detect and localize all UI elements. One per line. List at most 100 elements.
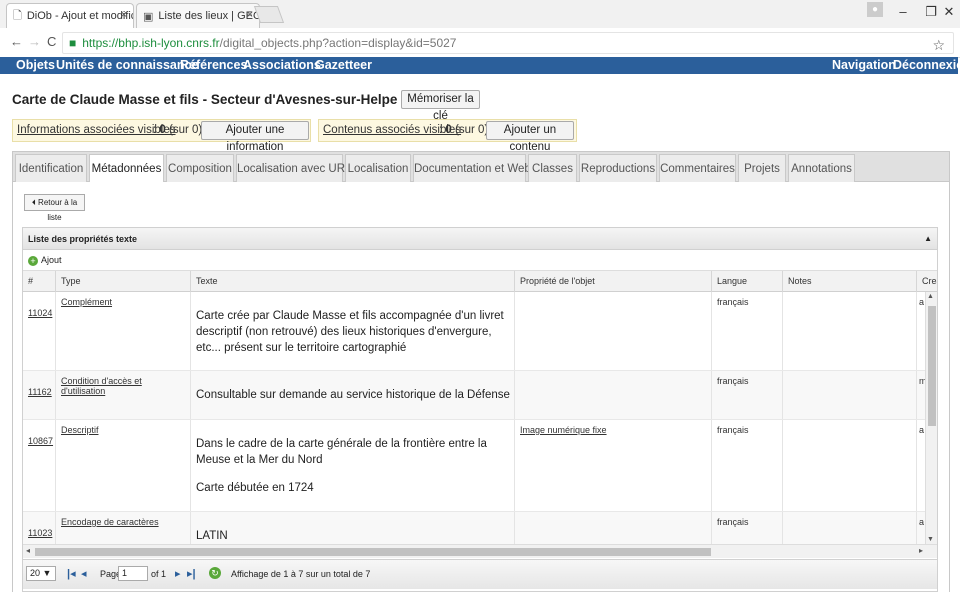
text-properties-grid: Liste des propriétés texte ▲ + Ajout # Ty… [22, 227, 938, 592]
table-row[interactable]: 11162 Condition d'accès et d'utilisation… [23, 371, 925, 420]
col-header-propriete[interactable]: Propriété de l'objet [515, 271, 712, 292]
tab-identification[interactable]: Identification [15, 154, 87, 183]
row-id-link[interactable]: 11162 [28, 387, 52, 397]
tab-composition[interactable]: Composition [166, 154, 234, 183]
vertical-scrollbar[interactable]: ▲ ▼ [925, 292, 937, 544]
tab-projets[interactable]: Projets [738, 154, 786, 183]
row-type-link[interactable]: Encodage de caractères [61, 517, 159, 527]
pager-summary: Affichage de 1 à 7 sur un total de 7 [231, 569, 371, 579]
col-header-texte[interactable]: Texte [191, 271, 515, 292]
add-label: Ajout [41, 255, 62, 265]
tab-localisation[interactable]: Localisation [345, 154, 411, 183]
col-header-type[interactable]: Type [56, 271, 191, 292]
col-header-notes[interactable]: Notes [783, 271, 917, 292]
row-id-link[interactable]: 10867 [28, 436, 53, 446]
col-header-langue[interactable]: Langue [712, 271, 783, 292]
prev-page-icon[interactable]: ◂ [81, 567, 87, 580]
row-langue: français [712, 512, 783, 544]
scroll-right-icon[interactable]: ▸ [919, 546, 923, 555]
minimize-button[interactable]: – [888, 0, 918, 24]
close-window-button[interactable]: ✕ [938, 0, 960, 24]
nav-objets[interactable]: Objets [16, 57, 55, 74]
tab-documentation[interactable]: Documentation et Web [413, 154, 531, 183]
scroll-left-icon[interactable]: ◂ [26, 546, 30, 555]
forward-button[interactable]: → [28, 34, 41, 49]
first-page-icon[interactable]: |◂ [67, 567, 76, 580]
user-profile-icon[interactable]: ● [867, 2, 883, 17]
col-header-id[interactable]: # [23, 271, 56, 292]
row-id-link[interactable]: 11023 [28, 528, 52, 538]
table-row[interactable]: 11023 Encodage de caractères LATIN franç… [23, 512, 925, 544]
next-page-icon[interactable]: ▸ [175, 567, 181, 580]
row-texte: Carte crée par Claude Masse et fils acco… [191, 292, 515, 370]
add-row-button[interactable]: + Ajout [28, 255, 62, 266]
row-texte-cell: Dans le cadre de la carte générale de la… [191, 420, 515, 511]
row-texte: Dans le cadre de la carte générale de la… [196, 438, 487, 466]
browser-tab-diob[interactable]: 🗋 DiOb - Ajout et modifica × [6, 3, 134, 28]
grid-title: Liste des propriétés texte [28, 234, 138, 244]
back-button[interactable]: ← [10, 34, 23, 49]
address-bar: ← → C ■ https://bhp.ish-lyon.cnrs.fr/digi… [0, 28, 960, 58]
associated-info-link[interactable]: Informations associées visibles [17, 124, 176, 136]
row-langue: français [712, 420, 783, 511]
tab-annotations[interactable]: Annotations [788, 154, 855, 183]
row-id-link[interactable]: 11024 [28, 308, 52, 318]
associated-content-box: Contenus associés visibles : 0 (sur 0) A… [318, 119, 577, 153]
row-type-link[interactable]: Descriptif [61, 425, 99, 435]
nav-deconnexion[interactable]: Déconnexion [893, 57, 960, 74]
row-langue: français [712, 292, 783, 370]
horizontal-scrollbar[interactable]: ◂ ▸ [23, 544, 937, 558]
add-information-button[interactable]: Ajouter une information [201, 121, 309, 153]
associated-info-count: : 0 (sur 0) [153, 124, 203, 136]
grid-toolbar: + Ajout [23, 250, 937, 271]
nav-references[interactable]: Références [180, 57, 247, 74]
nav-navigation[interactable]: Navigation [832, 57, 896, 74]
collapse-icon[interactable]: ▲ [924, 228, 932, 250]
tab-metadonnees[interactable]: Métadonnées [89, 154, 164, 184]
row-type-link[interactable]: Condition d'accès et d'utilisation [61, 376, 142, 396]
close-tab-icon[interactable]: × [121, 9, 127, 21]
content-total: (sur 0) [455, 124, 489, 136]
col-header-crea[interactable]: Crea [917, 271, 937, 292]
row-notes [783, 512, 917, 544]
record-tabs: Identification Métadonnées Composition L… [12, 151, 950, 184]
nav-gazetteer[interactable]: Gazetteer [315, 57, 372, 74]
browser-tab-lieux[interactable]: ▣ Liste des lieux | GEO-LAR × [136, 3, 260, 28]
add-content-button[interactable]: Ajouter un contenu [486, 121, 574, 153]
page-number-input[interactable]: 1 [118, 566, 148, 581]
bookmark-star-icon[interactable]: ☆ [932, 35, 945, 55]
tab-classes[interactable]: Classes [528, 154, 577, 183]
scroll-thumb[interactable] [928, 306, 936, 426]
back-to-list-button[interactable]: ⏴ Retour à la liste [24, 194, 85, 222]
row-texte-second: Carte débutée en 1724 [196, 482, 314, 494]
tab-commentaires[interactable]: Commentaires [659, 154, 736, 183]
info-count: 0 [159, 124, 166, 136]
nav-associations[interactable]: Associations [243, 57, 321, 74]
row-type-link[interactable]: Complément [61, 297, 112, 307]
url-input[interactable]: ■ https://bhp.ish-lyon.cnrs.fr/digital_ob… [62, 32, 954, 54]
browser-tab-title: Liste des lieux | GEO-LAR [158, 10, 260, 22]
add-icon: + [28, 256, 38, 266]
tab-localisation-uri[interactable]: Localisation avec URI [236, 154, 348, 183]
page-of-label: of 1 [151, 569, 167, 579]
new-tab-button[interactable] [253, 6, 285, 23]
content-count: 0 [445, 124, 452, 136]
row-propriete [515, 371, 712, 419]
row-propriete-link[interactable]: Image numérique fixe [520, 425, 607, 435]
scroll-up-icon[interactable]: ▲ [927, 293, 934, 300]
refresh-icon[interactable]: ↻ [209, 567, 221, 579]
hscroll-thumb[interactable] [35, 548, 711, 556]
table-row[interactable]: 10867 Descriptif Dans le cadre de la car… [23, 420, 925, 512]
last-page-icon[interactable]: ▸| [187, 567, 196, 580]
page-icon: 🗋 [13, 9, 22, 22]
row-propriete [515, 292, 712, 370]
close-tab-icon[interactable]: × [247, 9, 253, 21]
page-size-select[interactable]: 20 ▼ [26, 566, 56, 581]
table-row[interactable]: 11024 Complément Carte crée par Claude M… [23, 292, 925, 371]
memorize-key-button[interactable]: Mémoriser la clé [401, 90, 480, 122]
scroll-down-icon[interactable]: ▼ [927, 536, 934, 543]
nav-unites[interactable]: Unités de connaissance [56, 57, 198, 74]
row-crea: m [919, 376, 925, 386]
reload-button[interactable]: C [47, 34, 56, 49]
tab-reproductions[interactable]: Reproductions [579, 154, 657, 183]
